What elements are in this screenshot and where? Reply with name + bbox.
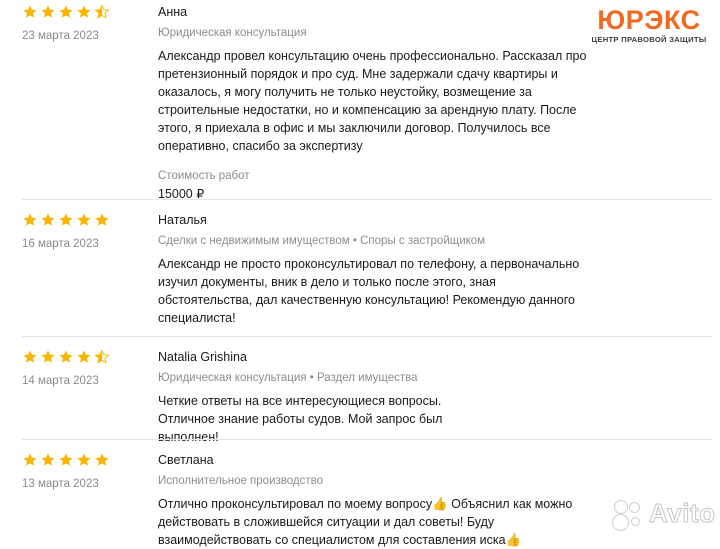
star-full-icon [94,212,110,228]
logo-sub-text: ЦЕНТР ПРАВОВОЙ ЗАЩИТЫ [591,35,707,44]
review-date: 23 марта 2023 [22,30,99,42]
avito-watermark-text: Avito [649,498,716,529]
star-full-icon [58,4,74,20]
star-full-icon [22,349,38,365]
star-full-icon [58,452,74,468]
star-full-icon [76,212,92,228]
avito-dots-icon [612,499,644,531]
divider [22,336,712,337]
rating-stars [22,4,147,20]
review-text: Александр провел консультацию очень проф… [158,49,587,153]
review-category: Сделки с недвижимым имуществом • Споры с… [158,235,486,247]
star-half-icon [94,349,110,365]
star-full-icon [76,349,92,365]
review-date: 16 марта 2023 [22,238,99,250]
review-text: Отлично проконсультировал по моему вопро… [158,497,573,547]
logo-main-text: ЮРЭКС [597,5,701,35]
review-category: Исполнительное производство [158,475,324,487]
star-full-icon [58,349,74,365]
cost-label: Стоимость работ [158,170,250,182]
review-author[interactable]: Анна [158,4,588,20]
star-full-icon [76,452,92,468]
star-full-icon [40,452,56,468]
star-full-icon [22,4,38,20]
review-author[interactable]: Наталья [158,212,588,228]
divider [22,199,712,200]
review-category: Юридическая консультация • Раздел имущес… [158,372,418,384]
review-date: 13 марта 2023 [22,478,99,490]
review-text: Четкие ответы на все интересующиеся вопр… [158,394,443,444]
star-half-icon [94,4,110,20]
review-text: Александр не просто проконсультировал по… [158,257,580,325]
star-full-icon [94,452,110,468]
brand-logo: ЮРЭКС ЦЕНТР ПРАВОВОЙ ЗАЩИТЫ [586,6,712,46]
star-full-icon [22,452,38,468]
star-full-icon [76,4,92,20]
rating-stars [22,452,147,468]
avito-watermark: Avito [612,498,716,531]
review-author[interactable]: Светлана [158,452,588,468]
divider [22,439,712,440]
star-full-icon [58,212,74,228]
rating-stars [22,349,147,365]
star-full-icon [22,212,38,228]
review-author[interactable]: Natalia Grishina [158,349,588,365]
rating-stars [22,212,147,228]
star-full-icon [40,349,56,365]
review-date: 14 марта 2023 [22,375,99,387]
review-category: Юридическая консультация [158,27,307,39]
star-full-icon [40,4,56,20]
star-full-icon [40,212,56,228]
